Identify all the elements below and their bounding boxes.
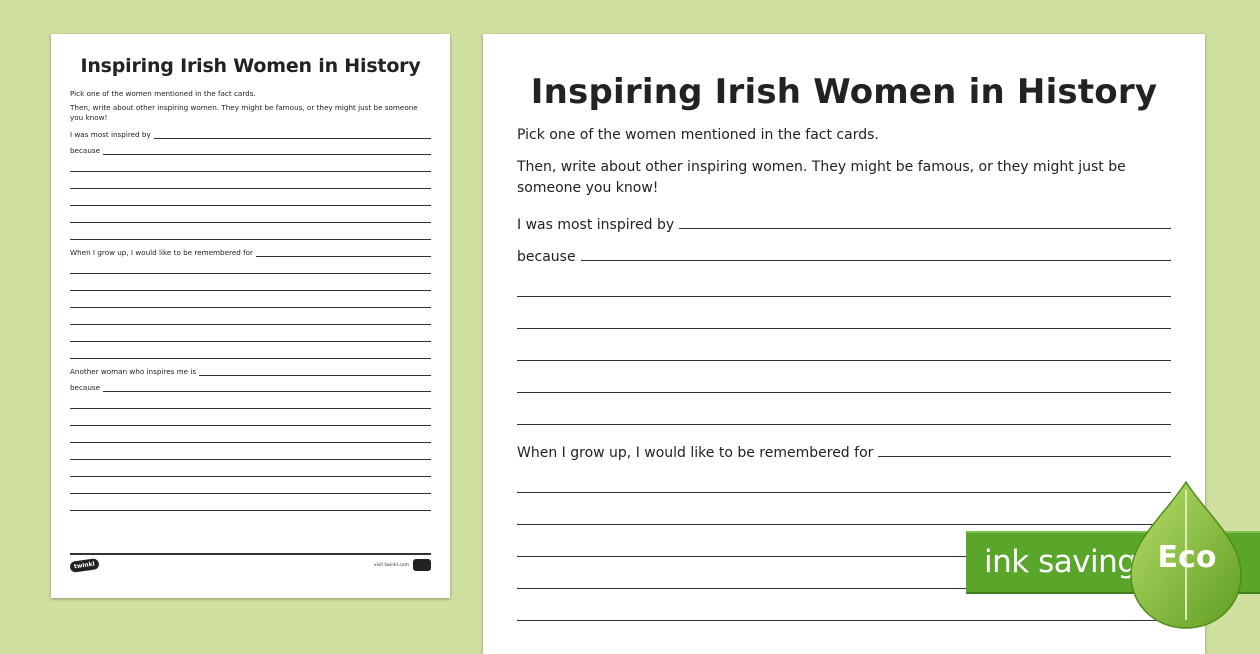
writing-line bbox=[70, 477, 431, 494]
writing-line bbox=[70, 460, 431, 477]
writing-line bbox=[70, 291, 431, 308]
prompt-inspired-row-large: I was most inspired by bbox=[517, 213, 1171, 233]
prompt-because: because bbox=[70, 146, 101, 155]
worksheet-title-large: Inspiring Irish Women in History bbox=[530, 72, 1158, 112]
worksheet-title: Inspiring Irish Women in History bbox=[80, 55, 421, 77]
writing-line bbox=[70, 342, 431, 359]
prompt-because-2: because bbox=[70, 383, 101, 392]
answer-line bbox=[103, 391, 431, 392]
worksheet-thumbnail: Inspiring Irish Women in History Pick on… bbox=[51, 34, 450, 598]
prompt-because-row: because bbox=[70, 146, 431, 155]
writing-line bbox=[70, 426, 431, 443]
prompt-remembered-row: When I grow up, I would like to be remem… bbox=[70, 248, 431, 257]
prompt-another-row: Another woman who inspires me is bbox=[70, 367, 431, 376]
writing-line bbox=[70, 409, 431, 426]
prompt-inspired-large: I was most inspired by bbox=[517, 217, 675, 233]
twinkl-badge-icon bbox=[413, 559, 431, 571]
writing-line bbox=[70, 308, 431, 325]
answer-line bbox=[199, 375, 431, 376]
prompt-remembered: When I grow up, I would like to be remem… bbox=[70, 248, 253, 257]
prompt-inspired: I was most inspired by bbox=[70, 130, 151, 139]
footer-url: visit twinkl.com bbox=[373, 562, 409, 568]
answer-line bbox=[255, 256, 431, 257]
writing-line bbox=[70, 325, 431, 342]
writing-line bbox=[70, 257, 431, 274]
writing-line bbox=[517, 393, 1171, 425]
answer-line bbox=[103, 154, 431, 155]
writing-line bbox=[70, 189, 431, 206]
footer-right: visit twinkl.com bbox=[374, 559, 431, 571]
answer-line bbox=[679, 228, 1171, 229]
writing-line bbox=[70, 392, 431, 409]
prompt-remembered-row-large: When I grow up, I would like to be remem… bbox=[517, 441, 1171, 461]
writing-line bbox=[70, 443, 431, 460]
intro-line-2-large: Then, write about other inspiring women.… bbox=[517, 159, 1126, 196]
answer-line bbox=[580, 260, 1171, 261]
prompt-because-row-2: because bbox=[70, 383, 431, 392]
worksheet-footer: twinkl visit twinkl.com bbox=[69, 553, 431, 575]
writing-line bbox=[70, 172, 431, 189]
writing-line bbox=[517, 493, 1171, 525]
writing-line bbox=[70, 274, 431, 291]
eco-label: Eco bbox=[1157, 540, 1217, 575]
writing-line bbox=[70, 494, 431, 511]
intro-line-1-large: Pick one of the women mentioned in the f… bbox=[517, 127, 879, 143]
writing-line bbox=[517, 461, 1171, 493]
writing-line bbox=[517, 361, 1171, 393]
writing-line bbox=[517, 329, 1171, 361]
prompt-another: Another woman who inspires me is bbox=[70, 367, 197, 376]
ink-saving-text: ink saving bbox=[984, 544, 1137, 580]
intro-line-2: Then, write about other inspiring women.… bbox=[70, 103, 418, 122]
prompt-remembered-large: When I grow up, I would like to be remem… bbox=[517, 445, 874, 461]
twinkl-logo: twinkl bbox=[69, 557, 100, 573]
answer-line bbox=[878, 456, 1171, 457]
writing-line bbox=[70, 155, 431, 172]
prompt-because-large: because bbox=[517, 249, 576, 265]
answer-line bbox=[153, 138, 431, 139]
writing-line bbox=[70, 206, 431, 223]
writing-line bbox=[517, 297, 1171, 329]
prompt-inspired-row: I was most inspired by bbox=[70, 130, 431, 139]
writing-line bbox=[517, 265, 1171, 297]
writing-line bbox=[70, 223, 431, 240]
prompt-because-row-large: because bbox=[517, 245, 1171, 265]
intro-line-1: Pick one of the women mentioned in the f… bbox=[70, 89, 256, 98]
